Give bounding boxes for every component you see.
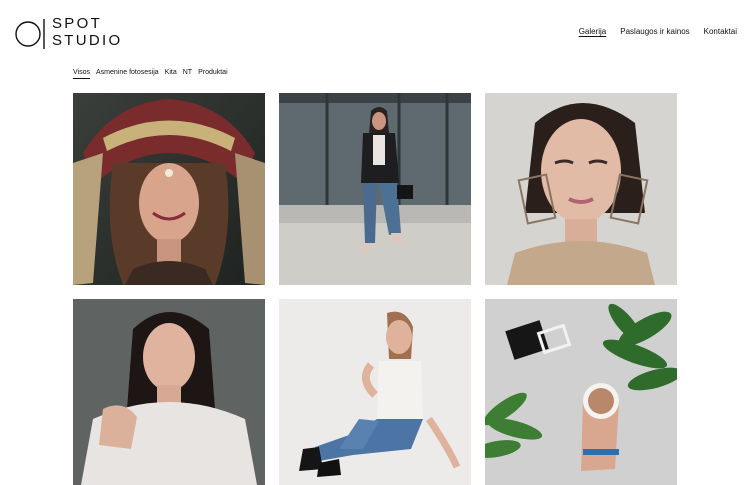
nav-item-galerija[interactable]: Galerija: [579, 27, 607, 37]
logo-mark-icon: [15, 19, 45, 49]
photo-image: [485, 93, 677, 285]
main-nav: Galerija Paslaugos ir kainos Kontaktai: [579, 27, 737, 37]
gallery-filters: Visos Asmenine fotosesija Kita NT Produk…: [73, 68, 228, 79]
logo-text-studio: STUDIO: [52, 32, 123, 49]
photo-image: [73, 299, 265, 485]
photo-image: [73, 93, 265, 285]
logo[interactable]: SPOT STUDIO: [14, 13, 124, 53]
gallery-photo-earrings-portrait[interactable]: [485, 93, 677, 285]
gallery-photo-seated-jeans[interactable]: [279, 299, 471, 485]
nav-item-kontaktai[interactable]: Kontaktai: [704, 27, 737, 37]
photo-image: [279, 93, 471, 285]
filter-nt[interactable]: NT: [183, 68, 192, 79]
gallery-photo-street-fashion[interactable]: [279, 93, 471, 285]
photo-image: [279, 299, 471, 485]
logo-text-spot: SPOT: [52, 15, 103, 32]
nav-item-paslaugos[interactable]: Paslaugos ir kainos: [620, 27, 689, 37]
gallery-photo-headdress-portrait[interactable]: [73, 93, 265, 285]
filter-produktai[interactable]: Produktai: [198, 68, 228, 79]
filter-visos[interactable]: Visos: [73, 68, 90, 79]
photo-image: [485, 299, 677, 485]
filter-kita[interactable]: Kita: [165, 68, 177, 79]
filter-asmenine-fotosesija[interactable]: Asmenine fotosesija: [96, 68, 159, 79]
gallery-photo-sweater-portrait[interactable]: [73, 299, 265, 485]
gallery-photo-coffee-plants[interactable]: [485, 299, 677, 485]
